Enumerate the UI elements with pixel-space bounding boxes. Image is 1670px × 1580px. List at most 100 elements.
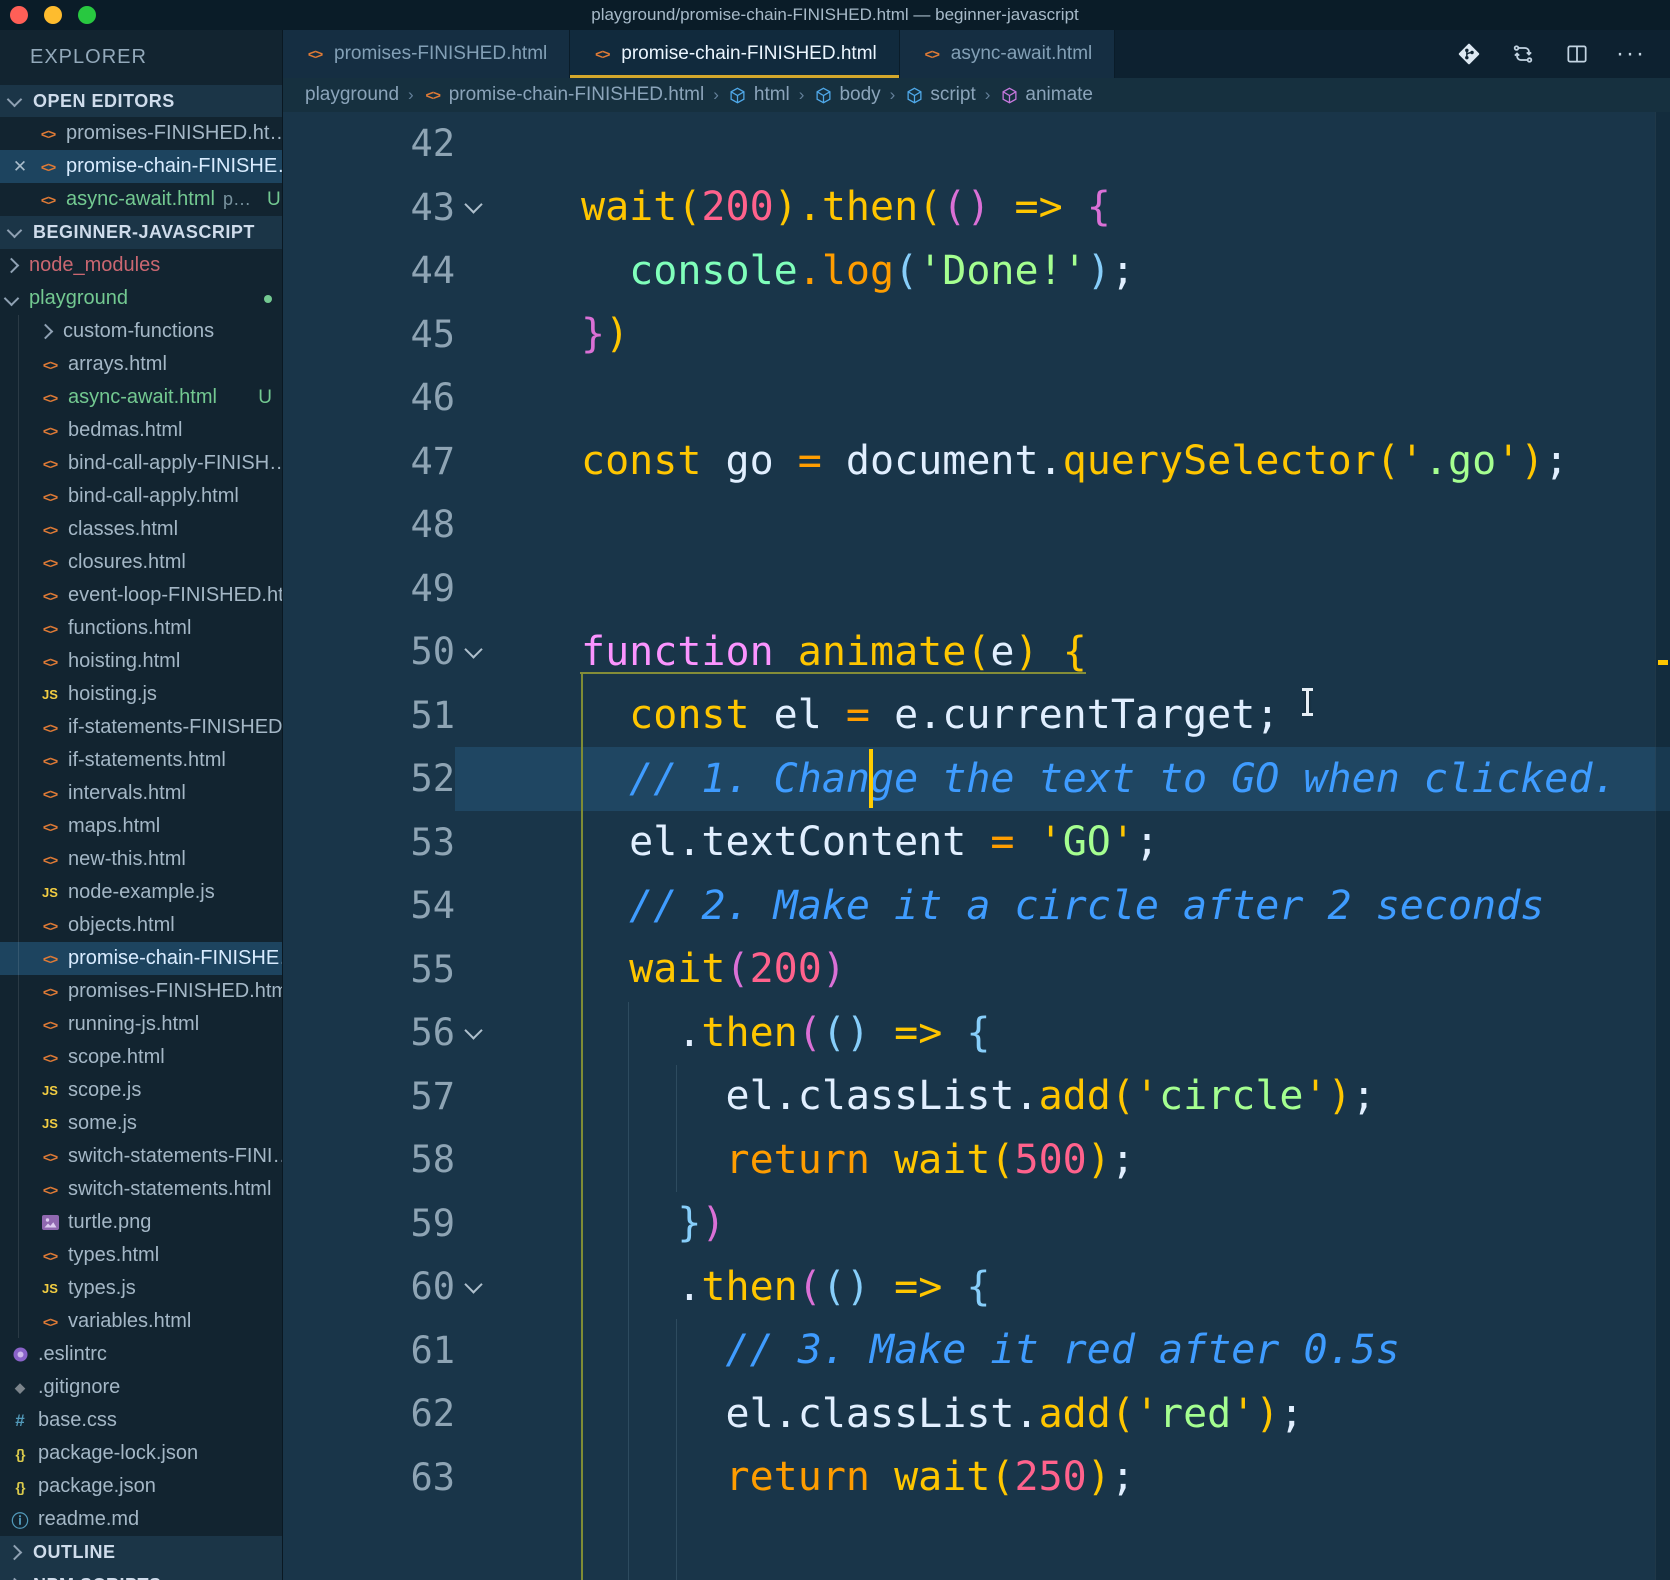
npm-scripts-section-header[interactable]: NPM SCRIPTS	[0, 1569, 282, 1580]
tree-item-promises-finished-html[interactable]: <>promises-FINISHED.html	[0, 975, 282, 1008]
split-editor-icon[interactable]	[1564, 41, 1590, 67]
tree-item-custom-functions[interactable]: custom-functions	[0, 315, 282, 348]
code-line-45[interactable]: 45})	[283, 303, 1670, 367]
code-line-53[interactable]: 53 el.textContent = 'GO';	[283, 811, 1670, 875]
tree-item-readme-md[interactable]: ⓘreadme.md	[0, 1503, 282, 1536]
close-icon[interactable]: ✕	[10, 157, 30, 177]
chevron-right-icon	[38, 324, 54, 340]
tree-item-package-lock-json[interactable]: {}package-lock.json	[0, 1437, 282, 1470]
tree-item-arrays-html[interactable]: <>arrays.html	[0, 348, 282, 381]
tree-item-variables-html[interactable]: <>variables.html	[0, 1305, 282, 1338]
tree-item-some-js[interactable]: JSsome.js	[0, 1107, 282, 1140]
code-line-42[interactable]: 42	[283, 112, 1670, 176]
code-line-44[interactable]: 44 console.log('Done!');	[283, 239, 1670, 303]
tree-item-promise-chain-finishe-[interactable]: <>promise-chain-FINISHE…	[0, 942, 282, 975]
tree-item-intervals-html[interactable]: <>intervals.html	[0, 777, 282, 810]
open-editor-item[interactable]: ✕<>promise-chain-FINISHE…	[0, 150, 282, 183]
tab-promise-chain-finished-html[interactable]: <>promise-chain-FINISHED.html	[570, 30, 900, 78]
breadcrumb-item-body[interactable]: body	[813, 84, 880, 106]
tree-item-event-loop-finished-ht-[interactable]: <>event-loop-FINISHED.ht…	[0, 579, 282, 612]
tree-item-bedmas-html[interactable]: <>bedmas.html	[0, 414, 282, 447]
tab-promises-finished-html[interactable]: <>promises-FINISHED.html	[283, 30, 570, 78]
tree-item-scope-js[interactable]: JSscope.js	[0, 1074, 282, 1107]
code-line-55[interactable]: 55 wait(200)	[283, 938, 1670, 1002]
fold-chevron-icon[interactable]	[455, 198, 491, 216]
tree-item-playground[interactable]: playground	[0, 282, 282, 315]
tree-item-types-js[interactable]: JStypes.js	[0, 1272, 282, 1305]
tree-item-objects-html[interactable]: <>objects.html	[0, 909, 282, 942]
html-file-icon: <>	[40, 1050, 60, 1066]
markdown-file-icon: ⓘ	[10, 1507, 30, 1532]
traffic-lights	[10, 0, 96, 30]
close-window-button[interactable]	[10, 6, 28, 24]
breadcrumb-item-playground[interactable]: playground	[305, 84, 399, 106]
tree-item-hoisting-html[interactable]: <>hoisting.html	[0, 645, 282, 678]
code-line-57[interactable]: 57 el.classList.add('circle');	[283, 1065, 1670, 1129]
outline-section-header[interactable]: OUTLINE	[0, 1536, 282, 1569]
html-file-icon: <>	[38, 192, 58, 208]
breadcrumb-item-script[interactable]: script	[904, 84, 975, 106]
overview-ruler[interactable]	[1655, 112, 1670, 1580]
tree-item-turtle-png[interactable]: turtle.png	[0, 1206, 282, 1239]
code-line-61[interactable]: 61 // 3. Make it red after 0.5s	[283, 1319, 1670, 1383]
tree-item-closures-html[interactable]: <>closures.html	[0, 546, 282, 579]
code-line-50[interactable]: 50function animate(e) {	[283, 620, 1670, 684]
breadcrumb-separator: ›	[713, 85, 719, 105]
code-line-52[interactable]: 52 // 1. Change the text to GO when clic…	[283, 747, 1670, 811]
tree-item-scope-html[interactable]: <>scope.html	[0, 1041, 282, 1074]
tree-item-maps-html[interactable]: <>maps.html	[0, 810, 282, 843]
code-line-54[interactable]: 54 // 2. Make it a circle after 2 second…	[283, 874, 1670, 938]
tree-item-switch-statements-fini-[interactable]: <>switch-statements-FINI…	[0, 1140, 282, 1173]
code-line-48[interactable]: 48	[283, 493, 1670, 557]
git-status-badge: U	[258, 387, 272, 409]
tree-item-running-js-html[interactable]: <>running-js.html	[0, 1008, 282, 1041]
tab-async-await-html[interactable]: <>async-await.html	[900, 30, 1116, 78]
breadcrumb-item-promise-chain-finished-html[interactable]: <>promise-chain-FINISHED.html	[423, 84, 705, 106]
code-line-58[interactable]: 58 return wait(500);	[283, 1128, 1670, 1192]
open-changes-icon[interactable]	[1510, 41, 1536, 67]
code-line-62[interactable]: 62 el.classList.add('red');	[283, 1382, 1670, 1446]
tree-item-new-this-html[interactable]: <>new-this.html	[0, 843, 282, 876]
tree-item-functions-html[interactable]: <>functions.html	[0, 612, 282, 645]
code-line-47[interactable]: 47const go = document.querySelector('.go…	[283, 430, 1670, 494]
fold-chevron-icon[interactable]	[455, 643, 491, 661]
tree-item-node-example-js[interactable]: JSnode-example.js	[0, 876, 282, 909]
fold-chevron-icon[interactable]	[455, 1278, 491, 1296]
tree-item-types-html[interactable]: <>types.html	[0, 1239, 282, 1272]
open-editor-item[interactable]: <>promises-FINISHED.ht…	[0, 117, 282, 150]
breadcrumb-item-animate[interactable]: animate	[999, 84, 1093, 106]
fold-chevron-icon[interactable]	[455, 1024, 491, 1042]
open-editor-item[interactable]: <>async-await.htmlp…U	[0, 183, 282, 216]
more-actions-icon[interactable]: ···	[1618, 41, 1644, 67]
html-file-icon: <>	[922, 46, 942, 62]
tree-item-switch-statements-html[interactable]: <>switch-statements.html	[0, 1173, 282, 1206]
code-line-46[interactable]: 46	[283, 366, 1670, 430]
code-line-59[interactable]: 59 })	[283, 1192, 1670, 1256]
breadcrumb-item-html[interactable]: html	[728, 84, 790, 106]
tree-item-if-statements-finished-[interactable]: <>if-statements-FINISHED…	[0, 711, 282, 744]
html-file-icon: <>	[40, 357, 60, 373]
tree-item--eslintrc[interactable]: .eslintrc	[0, 1338, 282, 1371]
tree-item-bind-call-apply-finish-[interactable]: <>bind-call-apply-FINISH…	[0, 447, 282, 480]
tree-item--gitignore[interactable]: ◆.gitignore	[0, 1371, 282, 1404]
code-line-43[interactable]: 43wait(200).then(() => {	[283, 176, 1670, 240]
tree-item-if-statements-html[interactable]: <>if-statements.html	[0, 744, 282, 777]
tree-item-bind-call-apply-html[interactable]: <>bind-call-apply.html	[0, 480, 282, 513]
tree-item-classes-html[interactable]: <>classes.html	[0, 513, 282, 546]
code-line-49[interactable]: 49	[283, 557, 1670, 621]
tree-item-hoisting-js[interactable]: JShoisting.js	[0, 678, 282, 711]
code-line-51[interactable]: 51 const el = e.currentTarget;	[283, 684, 1670, 748]
code-line-63[interactable]: 63 return wait(250);	[283, 1446, 1670, 1510]
tree-item-async-await-html[interactable]: <>async-await.htmlU	[0, 381, 282, 414]
project-section-header[interactable]: BEGINNER-JAVASCRIPT	[0, 216, 282, 249]
code-line-60[interactable]: 60 .then(() => {	[283, 1255, 1670, 1319]
tree-item-package-json[interactable]: {}package.json	[0, 1470, 282, 1503]
tree-item-node-modules[interactable]: node_modules	[0, 249, 282, 282]
minimize-window-button[interactable]	[44, 6, 62, 24]
gitlens-diamond-icon[interactable]	[1456, 41, 1482, 67]
zoom-window-button[interactable]	[78, 6, 96, 24]
tree-item-base-css[interactable]: #base.css	[0, 1404, 282, 1437]
code-line-56[interactable]: 56 .then(() => {	[283, 1001, 1670, 1065]
code-editor[interactable]: 4243wait(200).then(() => {44 console.log…	[283, 112, 1670, 1580]
open-editors-header[interactable]: OPEN EDITORS	[0, 85, 282, 117]
